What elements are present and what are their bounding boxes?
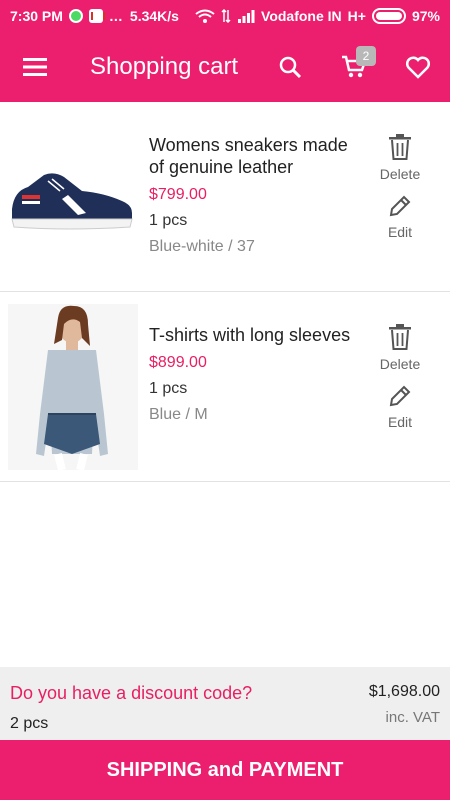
shipping-payment-button[interactable]: SHIPPING and PAYMENT	[0, 740, 450, 800]
cart-item[interactable]: Womens sneakers made of genuine leather …	[0, 102, 450, 292]
status-bar: 7:30 PM … 5.34K/s Vodafone IN H+ 97%	[0, 0, 450, 32]
status-time: 7:30 PM	[10, 8, 63, 24]
data-transfer-icon	[221, 9, 231, 23]
product-quantity: 1 pcs	[149, 380, 188, 397]
product-quantity: 1 pcs	[149, 212, 188, 229]
product-name[interactable]: T-shirts with long sleeves	[149, 324, 359, 346]
product-image-tshirt[interactable]	[8, 304, 138, 470]
items-count: 2 pcs	[10, 715, 49, 732]
trash-icon	[389, 134, 411, 160]
edit-button[interactable]: Edit	[388, 384, 412, 430]
carrier-name: Vodafone IN	[261, 8, 342, 24]
cart-summary: Do you have a discount code? 2 pcs $1,69…	[0, 667, 450, 740]
sneaker-image	[11, 173, 133, 230]
delete-button[interactable]: Delete	[380, 324, 420, 372]
item-info: T-shirts with long sleeves $899.00 1 pcs…	[149, 324, 359, 424]
app-bar: Shopping cart 2	[0, 32, 450, 102]
edit-label: Edit	[387, 224, 413, 240]
product-name[interactable]: Womens sneakers made of genuine leather	[149, 134, 359, 178]
product-price: $899.00	[149, 354, 207, 371]
product-image-sneakers[interactable]	[8, 114, 138, 280]
more-notifications-icon: …	[108, 8, 124, 24]
cart-count-badge: 2	[356, 46, 376, 66]
product-variant: Blue-white / 37	[149, 238, 255, 255]
cart-button[interactable]: 2	[322, 32, 386, 102]
vat-note: inc. VAT	[385, 709, 440, 726]
wifi-icon	[195, 9, 215, 23]
screen: 7:30 PM … 5.34K/s Vodafone IN H+ 97% Sho…	[0, 0, 450, 800]
hamburger-menu-icon	[23, 58, 47, 76]
menu-button[interactable]	[0, 32, 70, 102]
total-price: $1,698.00	[368, 683, 440, 700]
pencil-icon	[389, 195, 411, 217]
discount-code-link[interactable]: Do you have a discount code?	[10, 683, 252, 704]
cart-list: Womens sneakers made of genuine leather …	[0, 102, 450, 482]
gmail-icon	[88, 9, 105, 23]
battery-percent: 97%	[411, 8, 440, 24]
tshirt-model-image	[8, 304, 138, 470]
item-info: Womens sneakers made of genuine leather …	[149, 134, 359, 256]
delete-button[interactable]: Delete	[380, 134, 420, 182]
search-button[interactable]	[258, 32, 322, 102]
delete-label: Delete	[379, 356, 421, 372]
signal-icon	[238, 10, 255, 23]
pencil-icon	[389, 385, 411, 407]
item-actions: Delete Edit	[370, 324, 430, 430]
trash-icon	[389, 324, 411, 350]
product-price: $799.00	[149, 186, 207, 203]
search-icon	[279, 56, 302, 79]
cart-item[interactable]: T-shirts with long sleeves $899.00 1 pcs…	[0, 292, 450, 482]
product-variant: Blue / M	[149, 406, 208, 423]
status-speed: 5.34K/s	[129, 8, 179, 24]
whatsapp-icon	[68, 9, 83, 23]
edit-button[interactable]: Edit	[388, 194, 412, 240]
edit-label: Edit	[387, 414, 413, 430]
network-type: H+	[347, 8, 366, 24]
page-title: Shopping cart	[90, 53, 239, 80]
heart-icon	[405, 56, 431, 79]
battery-icon	[371, 8, 406, 24]
wishlist-button[interactable]	[386, 32, 450, 102]
delete-label: Delete	[379, 166, 421, 182]
item-actions: Delete Edit	[370, 134, 430, 240]
